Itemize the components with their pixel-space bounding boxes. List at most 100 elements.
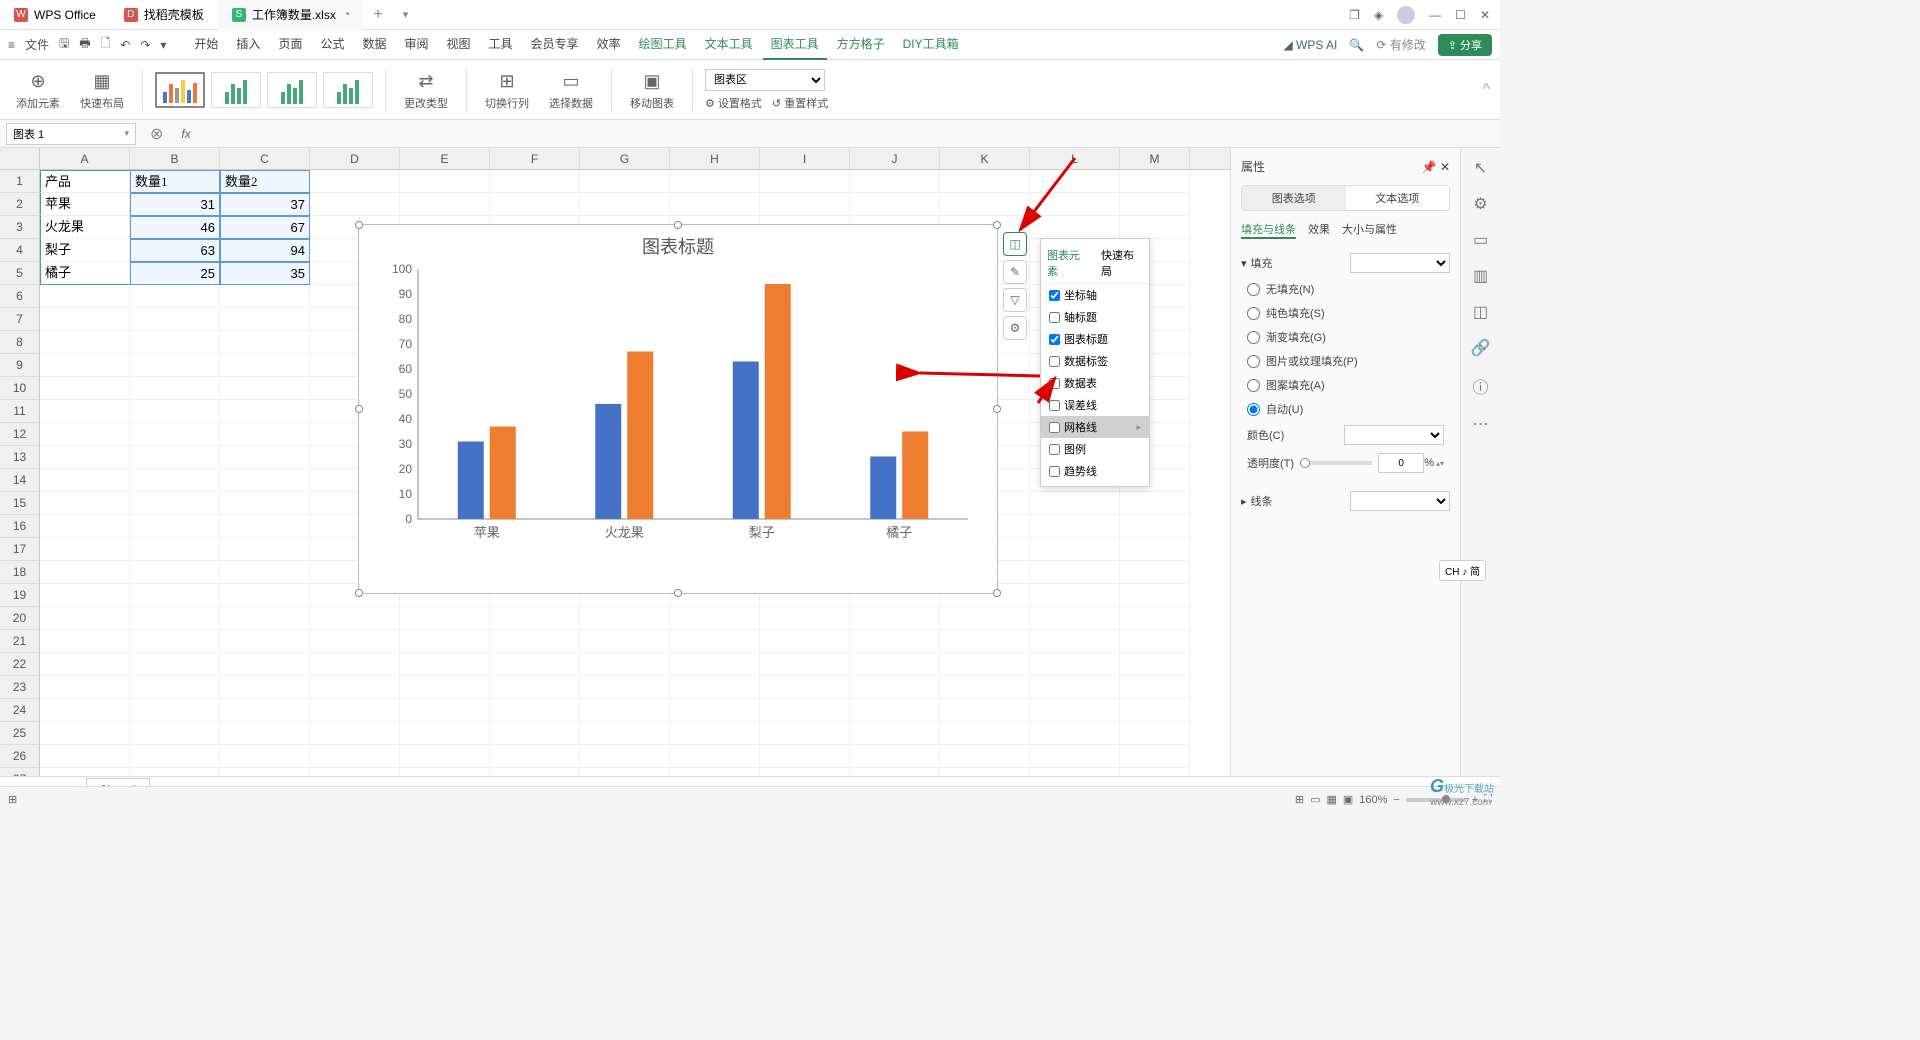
- menu-tab-14[interactable]: DIY工具箱: [895, 29, 967, 60]
- clipboard-tool-icon[interactable]: ▭: [1473, 230, 1488, 250]
- section-line-header[interactable]: ▸ 线条: [1241, 487, 1450, 515]
- popup-item-7[interactable]: 图例: [1041, 438, 1149, 460]
- cell-C1[interactable]: 数量2: [220, 170, 310, 193]
- cell-A23[interactable]: [40, 676, 130, 699]
- cell-A12[interactable]: [40, 423, 130, 446]
- cell-D2[interactable]: [310, 193, 400, 216]
- cell-L23[interactable]: [1030, 676, 1120, 699]
- status-mode-icon[interactable]: ⊞: [8, 793, 17, 806]
- popup-item-3[interactable]: 数据标签: [1041, 350, 1149, 372]
- cell-A26[interactable]: [40, 745, 130, 768]
- app-tab-wps[interactable]: WWPS Office: [0, 0, 110, 30]
- tab-text-options[interactable]: 文本选项: [1346, 186, 1450, 210]
- chart-styles-button[interactable]: ✎: [1003, 260, 1027, 284]
- row-header-10[interactable]: 10: [0, 377, 40, 400]
- cell-B8[interactable]: [130, 331, 220, 354]
- cell-I26[interactable]: [760, 745, 850, 768]
- section-fill-header[interactable]: ▾ 填充: [1241, 249, 1450, 277]
- cell-C25[interactable]: [220, 722, 310, 745]
- cell-M23[interactable]: [1120, 676, 1190, 699]
- cell-I23[interactable]: [760, 676, 850, 699]
- opacity-input[interactable]: [1378, 453, 1424, 473]
- col-header-F[interactable]: F: [490, 148, 580, 169]
- redo-icon[interactable]: ↷: [140, 38, 150, 52]
- cell-G1[interactable]: [580, 170, 670, 193]
- cell-A8[interactable]: [40, 331, 130, 354]
- cell-G2[interactable]: [580, 193, 670, 216]
- cell-A21[interactable]: [40, 630, 130, 653]
- cell-I2[interactable]: [760, 193, 850, 216]
- cell-E2[interactable]: [400, 193, 490, 216]
- cell-M20[interactable]: [1120, 607, 1190, 630]
- cell-A27[interactable]: [40, 768, 130, 776]
- cell-C3[interactable]: 67: [220, 216, 310, 239]
- cell-L20[interactable]: [1030, 607, 1120, 630]
- col-header-A[interactable]: A: [40, 148, 130, 169]
- cell-D25[interactable]: [310, 722, 400, 745]
- cell-J27[interactable]: [850, 768, 940, 776]
- cell-A13[interactable]: [40, 446, 130, 469]
- fill-radio-5[interactable]: 自动(U): [1241, 397, 1450, 421]
- close-panel-icon[interactable]: ✕: [1440, 160, 1450, 174]
- fill-radio-2[interactable]: 渐变填充(G): [1241, 325, 1450, 349]
- app-tab-workbook[interactable]: S工作簿数量.xlsx•: [218, 0, 364, 30]
- cell-K24[interactable]: [940, 699, 1030, 722]
- cell-A2[interactable]: 苹果: [40, 193, 130, 216]
- cell-C18[interactable]: [220, 561, 310, 584]
- chart-style-3[interactable]: [267, 72, 317, 108]
- cell-L18[interactable]: [1030, 561, 1120, 584]
- cell-A16[interactable]: [40, 515, 130, 538]
- settings-tool-icon[interactable]: ⚙: [1473, 194, 1487, 214]
- cell-J20[interactable]: [850, 607, 940, 630]
- row-header-6[interactable]: 6: [0, 285, 40, 308]
- cell-A6[interactable]: [40, 285, 130, 308]
- formula-input[interactable]: [197, 127, 1500, 141]
- cell-C2[interactable]: 37: [220, 193, 310, 216]
- chart-style-1[interactable]: [155, 72, 205, 108]
- cell-B26[interactable]: [130, 745, 220, 768]
- cell-K23[interactable]: [940, 676, 1030, 699]
- cell-C6[interactable]: [220, 285, 310, 308]
- cell-B17[interactable]: [130, 538, 220, 561]
- cell-F22[interactable]: [490, 653, 580, 676]
- cell-B14[interactable]: [130, 469, 220, 492]
- cell-J26[interactable]: [850, 745, 940, 768]
- cell-F21[interactable]: [490, 630, 580, 653]
- wps-ai-button[interactable]: ◢ WPS AI: [1283, 38, 1337, 52]
- cell-C7[interactable]: [220, 308, 310, 331]
- cell-F27[interactable]: [490, 768, 580, 776]
- row-header-2[interactable]: 2: [0, 193, 40, 216]
- cell-M15[interactable]: [1120, 492, 1190, 515]
- cell-E27[interactable]: [400, 768, 490, 776]
- cell-A11[interactable]: [40, 400, 130, 423]
- cell-A7[interactable]: [40, 308, 130, 331]
- reset-style-button[interactable]: ↺ 重置样式: [772, 95, 828, 111]
- cell-M17[interactable]: [1120, 538, 1190, 561]
- cell-B15[interactable]: [130, 492, 220, 515]
- cell-A24[interactable]: [40, 699, 130, 722]
- cell-C12[interactable]: [220, 423, 310, 446]
- cell-G24[interactable]: [580, 699, 670, 722]
- row-header-8[interactable]: 8: [0, 331, 40, 354]
- print-preview-icon[interactable]: 🗋: [101, 34, 111, 55]
- cell-E26[interactable]: [400, 745, 490, 768]
- cell-A19[interactable]: [40, 584, 130, 607]
- color-select[interactable]: [1344, 425, 1444, 445]
- file-menu[interactable]: 文件: [25, 36, 49, 53]
- add-tab-button[interactable]: +: [363, 6, 392, 24]
- cell-L15[interactable]: [1030, 492, 1120, 515]
- cell-J23[interactable]: [850, 676, 940, 699]
- layers-tool-icon[interactable]: ▥: [1473, 266, 1488, 286]
- cell-G20[interactable]: [580, 607, 670, 630]
- cell-M21[interactable]: [1120, 630, 1190, 653]
- cell-C23[interactable]: [220, 676, 310, 699]
- cell-K21[interactable]: [940, 630, 1030, 653]
- cell-I27[interactable]: [760, 768, 850, 776]
- popup-item-5[interactable]: 误差线: [1041, 394, 1149, 416]
- cell-B23[interactable]: [130, 676, 220, 699]
- select-all-corner[interactable]: [0, 148, 40, 169]
- modify-status[interactable]: ⟳ 有修改: [1376, 36, 1425, 53]
- popup-tab-elements[interactable]: 图表元素: [1041, 243, 1095, 283]
- cursor-tool-icon[interactable]: ↖: [1474, 158, 1487, 178]
- cell-L1[interactable]: [1030, 170, 1120, 193]
